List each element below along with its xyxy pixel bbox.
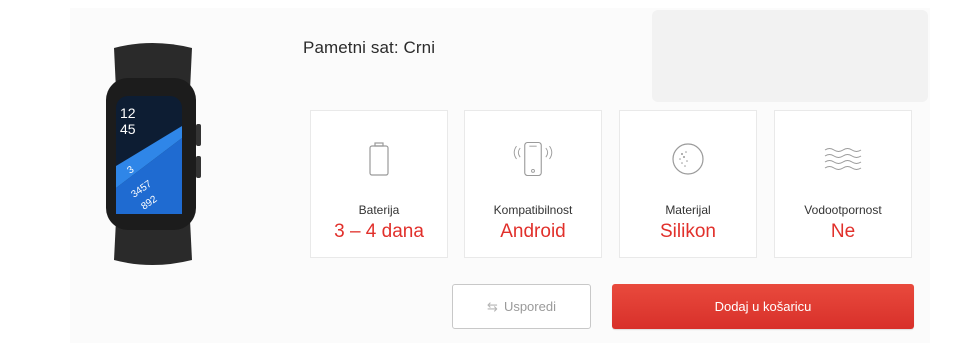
spec-value: Android — [500, 221, 566, 242]
spec-material: Materijal Silikon — [619, 110, 757, 258]
compare-button[interactable]: ⇆ Usporedi — [452, 284, 591, 329]
spec-label: Vodootpornost — [804, 203, 882, 217]
battery-icon — [357, 137, 401, 181]
spec-value: 3 – 4 dana — [334, 221, 424, 242]
product-image: 12 45 3 3457 892 — [100, 38, 204, 270]
phone-vibrate-icon — [511, 137, 555, 181]
spec-value: Ne — [830, 221, 856, 242]
spec-label: Baterija — [358, 203, 400, 217]
right-panel — [652, 10, 928, 102]
water-waves-icon — [821, 137, 865, 181]
watch-time-minutes: 45 — [120, 121, 136, 137]
material-icon — [666, 137, 710, 181]
spec-label: Materijal — [665, 203, 711, 217]
watch-time-hours: 12 — [120, 105, 136, 121]
compare-button-label: Usporedi — [503, 299, 556, 314]
smartwatch-image: 12 45 3 3457 892 — [106, 43, 201, 265]
spec-water-resistance: Vodootpornost Ne — [774, 110, 912, 258]
spec-label: Kompatibilnost — [493, 203, 573, 217]
add-to-cart-button[interactable]: Dodaj u košaricu — [612, 284, 914, 329]
spec-compatibility: Kompatibilnost Android — [464, 110, 602, 258]
spec-value: Silikon — [660, 221, 716, 242]
add-to-cart-label: Dodaj u košaricu — [714, 299, 812, 314]
compare-arrows-icon: ⇆ — [487, 298, 498, 314]
spec-battery: Baterija 3 – 4 dana — [310, 110, 448, 258]
product-title: Pametni sat: Crni — [303, 38, 436, 57]
